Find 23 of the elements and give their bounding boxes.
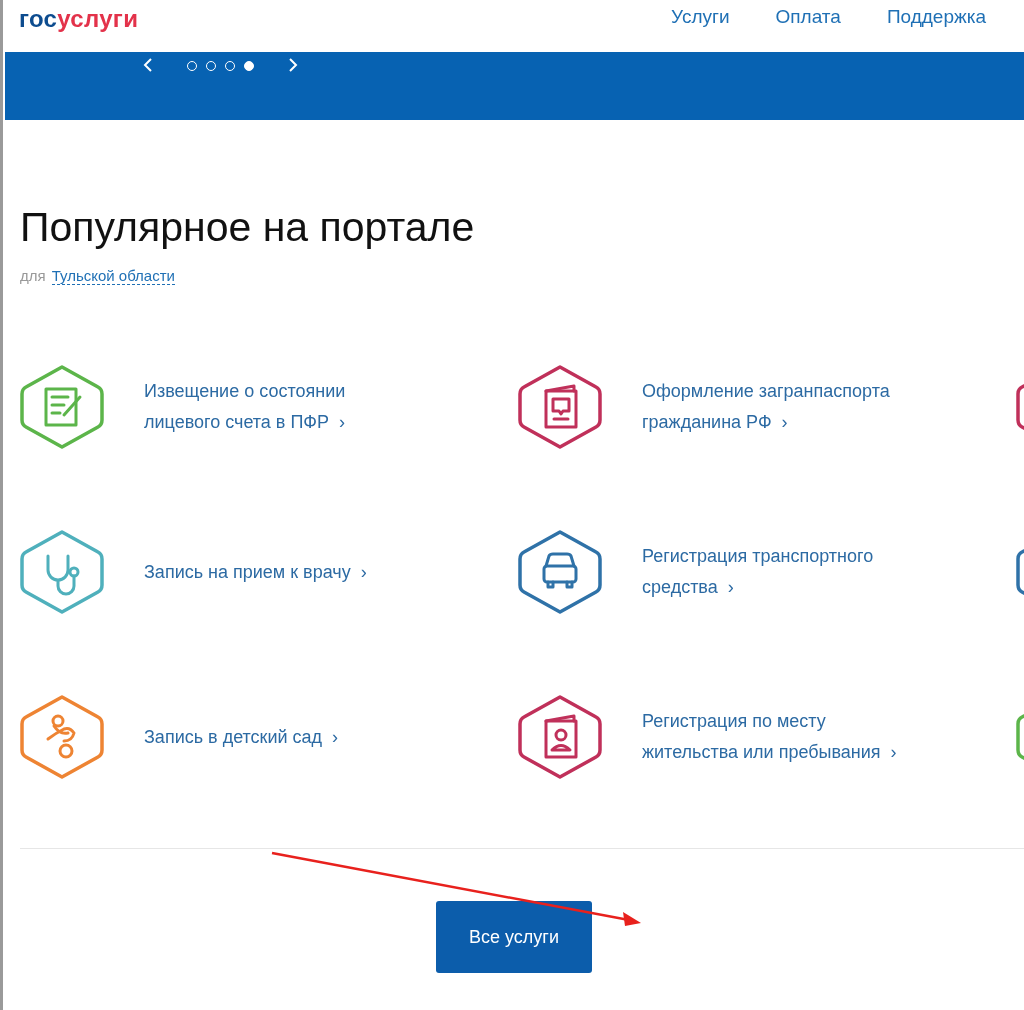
carousel-dot[interactable] — [244, 61, 254, 71]
logo[interactable]: госуслуги — [19, 5, 139, 33]
pacifier-icon — [20, 693, 104, 781]
service-link[interactable]: Регистрация транспортного средства › — [642, 541, 904, 603]
nav-link[interactable]: Поддержка — [886, 6, 986, 28]
service-link[interactable]: Извещение о состоянии лицевого счета в ПФР › — [144, 376, 406, 438]
document-icon — [20, 363, 104, 451]
service-link[interactable]: Оформление загранпаспорта гражданина РФ › — [642, 376, 904, 438]
region-prefix: для — [20, 267, 46, 284]
chevron-left-icon[interactable] — [141, 56, 155, 74]
service-link[interactable]: Запись на прием к врачу › — [144, 556, 406, 588]
all-services-button[interactable]: Все услуги — [436, 901, 592, 973]
service-link[interactable]: Регистрация по месту жительства или пребывания › — [642, 706, 904, 768]
id-icon — [518, 693, 602, 781]
region-link[interactable]: Тульской области — [51, 267, 175, 285]
nav-link[interactable]: Оплата — [775, 6, 841, 28]
chevron-right-icon[interactable] — [286, 56, 300, 74]
section-title: Популярное на портале — [20, 204, 476, 251]
service-link[interactable]: Запись в детский сад › — [144, 721, 406, 753]
stethoscope-icon — [20, 528, 104, 616]
passport-icon — [518, 363, 602, 451]
nav-link[interactable]: Услуги — [671, 6, 730, 28]
car-icon — [518, 528, 602, 616]
